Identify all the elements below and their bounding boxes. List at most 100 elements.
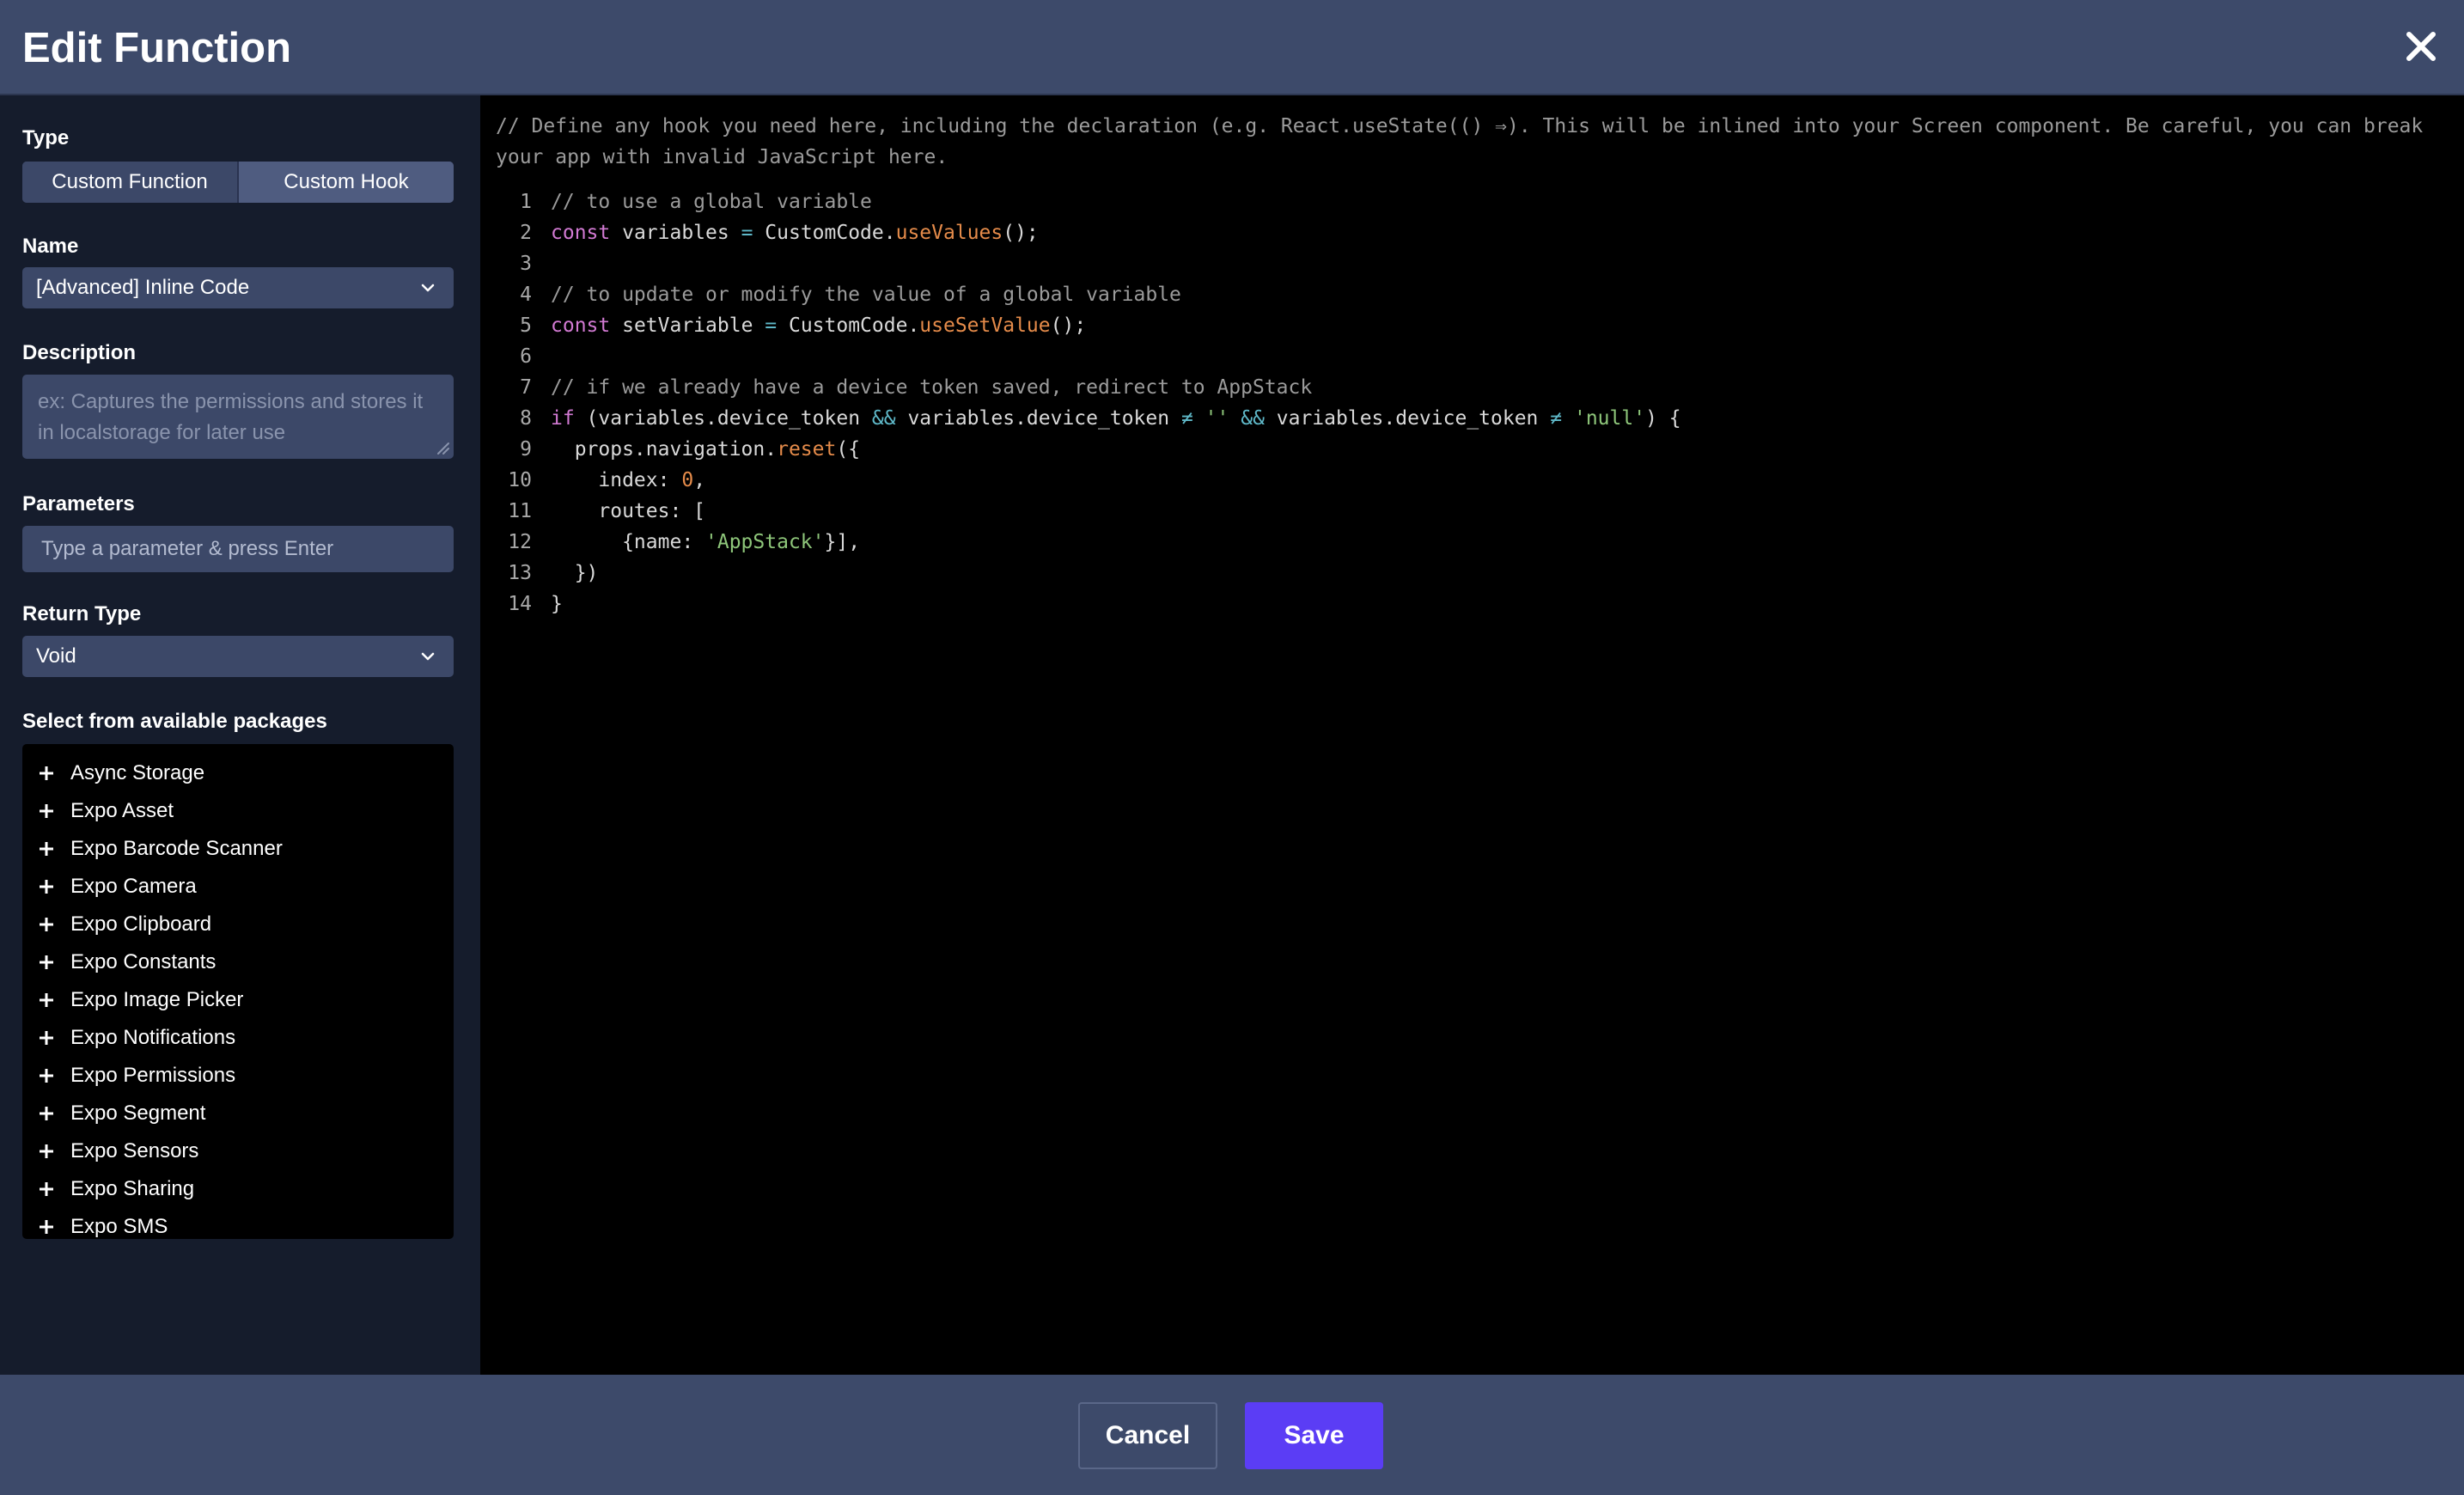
package-item[interactable]: Expo Notifications: [22, 1019, 454, 1057]
plus-icon: [40, 1144, 53, 1158]
code-text: routes: [: [551, 500, 706, 522]
package-item[interactable]: Expo SMS: [22, 1208, 454, 1239]
code-text: // to update or modify the value of a gl…: [551, 284, 1181, 306]
modal-footer: Cancel Save: [0, 1375, 2464, 1495]
plus-icon: [40, 955, 53, 969]
code-line[interactable]: 5 const setVariable = CustomCode.useSetVa…: [480, 310, 2464, 341]
line-number: 13: [508, 562, 532, 584]
cancel-button[interactable]: Cancel: [1078, 1402, 1217, 1469]
code-text: const variables = CustomCode.useValues()…: [551, 222, 1039, 244]
code-line[interactable]: 3: [480, 248, 2464, 279]
package-item[interactable]: Expo Permissions: [22, 1057, 454, 1095]
plus-icon: [40, 766, 53, 780]
code-text: const setVariable = CustomCode.useSetVal…: [551, 314, 1087, 337]
name-select-value: [Advanced] Inline Code: [36, 276, 250, 299]
save-button[interactable]: Save: [1245, 1402, 1383, 1469]
package-label: Expo Clipboard: [70, 912, 212, 936]
package-item[interactable]: Expo Image Picker: [22, 981, 454, 1019]
package-item[interactable]: Expo Sensors: [22, 1132, 454, 1170]
modal-title: Edit Function: [22, 25, 291, 71]
type-label: Type: [22, 126, 70, 150]
package-item[interactable]: Expo Sharing: [22, 1170, 454, 1208]
packages-list[interactable]: Async Storage Expo Asset Expo Barcode Sc…: [22, 744, 454, 1239]
line-number: 7: [520, 376, 532, 399]
close-icon: [2406, 32, 2436, 61]
plus-icon: [40, 918, 53, 931]
line-number: 8: [520, 407, 532, 430]
line-number: 4: [520, 284, 532, 306]
function-settings-panel: Type Custom Function Custom Hook Name [A…: [0, 95, 480, 1375]
resize-handle-icon[interactable]: [433, 438, 450, 455]
return-type-label: Return Type: [22, 602, 142, 625]
package-label: Expo Sensors: [70, 1139, 199, 1162]
package-label: Expo Camera: [70, 875, 197, 898]
editor-hint: // Define any hook you need here, includ…: [496, 115, 2424, 168]
line-number: 11: [508, 500, 532, 522]
code-line[interactable]: 8 if (variables.device_token && variables…: [480, 403, 2464, 434]
name-label: Name: [22, 235, 79, 258]
package-item[interactable]: Async Storage: [22, 754, 454, 792]
code-text: if (variables.device_token && variables.…: [551, 407, 1681, 430]
package-item[interactable]: Expo Clipboard: [22, 906, 454, 943]
code-text: index: 0,: [551, 469, 706, 491]
code-text: }): [551, 562, 599, 584]
code-line[interactable]: 12 {name: 'AppStack'}],: [480, 527, 2464, 558]
code-line[interactable]: 11 routes: [: [480, 496, 2464, 527]
line-number: 10: [508, 469, 532, 491]
line-number: 6: [520, 345, 532, 368]
plus-icon: [40, 993, 53, 1007]
code-line[interactable]: 7 // if we already have a device token sa…: [480, 372, 2464, 403]
plus-icon: [40, 1069, 53, 1083]
code-line[interactable]: 2 const variables = CustomCode.useValues(…: [480, 217, 2464, 248]
plus-icon: [40, 1031, 53, 1045]
return-type-value: Void: [36, 644, 76, 668]
code-text: props.navigation.reset({: [551, 438, 861, 461]
package-item[interactable]: Expo Constants: [22, 943, 454, 981]
code-line[interactable]: 10 index: 0,: [480, 465, 2464, 496]
package-label: Expo Permissions: [70, 1064, 236, 1087]
plus-icon: [40, 842, 53, 856]
code-editor[interactable]: // Define any hook you need here, includ…: [480, 95, 2464, 1375]
package-item[interactable]: Expo Segment: [22, 1095, 454, 1132]
line-number: 1: [520, 191, 532, 213]
package-label: Expo Image Picker: [70, 988, 244, 1011]
plus-icon: [40, 1182, 53, 1196]
package-item[interactable]: Expo Camera: [22, 868, 454, 906]
code-line[interactable]: 9 props.navigation.reset({: [480, 434, 2464, 465]
package-label: Expo Constants: [70, 950, 217, 973]
plus-icon: [40, 880, 53, 894]
chevron-down-icon: [421, 652, 435, 661]
line-number: 9: [520, 438, 532, 461]
package-label: Async Storage: [70, 761, 205, 784]
name-select[interactable]: [Advanced] Inline Code: [22, 267, 454, 308]
description-label: Description: [22, 341, 137, 364]
line-number: 2: [520, 222, 532, 244]
package-item[interactable]: Expo Barcode Scanner: [22, 830, 454, 868]
edit-function-modal: Edit Function Type Custom Function Custo…: [0, 0, 2464, 1495]
close-button[interactable]: [2402, 27, 2440, 65]
parameters-label: Parameters: [22, 492, 135, 516]
code-line[interactable]: 6: [480, 341, 2464, 372]
custom-hook-option[interactable]: Custom Hook: [237, 162, 454, 203]
code-text: // to use a global variable: [551, 191, 872, 213]
description-field[interactable]: ex: Captures the permissions and stores …: [22, 375, 454, 459]
line-number: 12: [508, 531, 532, 553]
code-line[interactable]: 14}: [480, 589, 2464, 619]
parameters-input[interactable]: Type a parameter & press Enter: [22, 526, 454, 572]
packages-label: Select from available packages: [22, 710, 327, 733]
plus-icon: [40, 804, 53, 818]
code-line[interactable]: 4 // to update or modify the value of a g…: [480, 279, 2464, 310]
code-line[interactable]: 13 }): [480, 558, 2464, 589]
return-type-select[interactable]: Void: [22, 636, 454, 677]
package-label: Expo Sharing: [70, 1177, 195, 1200]
description-placeholder: ex: Captures the permissions and stores …: [38, 390, 424, 444]
modal-header: Edit Function: [0, 0, 2464, 95]
package-label: Expo Asset: [70, 799, 174, 822]
custom-function-option[interactable]: Custom Function: [22, 162, 237, 203]
type-segmented-control: Custom Function Custom Hook: [22, 162, 454, 203]
line-number: 5: [520, 314, 532, 337]
package-item[interactable]: Expo Asset: [22, 792, 454, 830]
code-line[interactable]: 1 // to use a global variable: [480, 186, 2464, 217]
plus-icon: [40, 1107, 53, 1120]
package-label: Expo Segment: [70, 1101, 206, 1125]
